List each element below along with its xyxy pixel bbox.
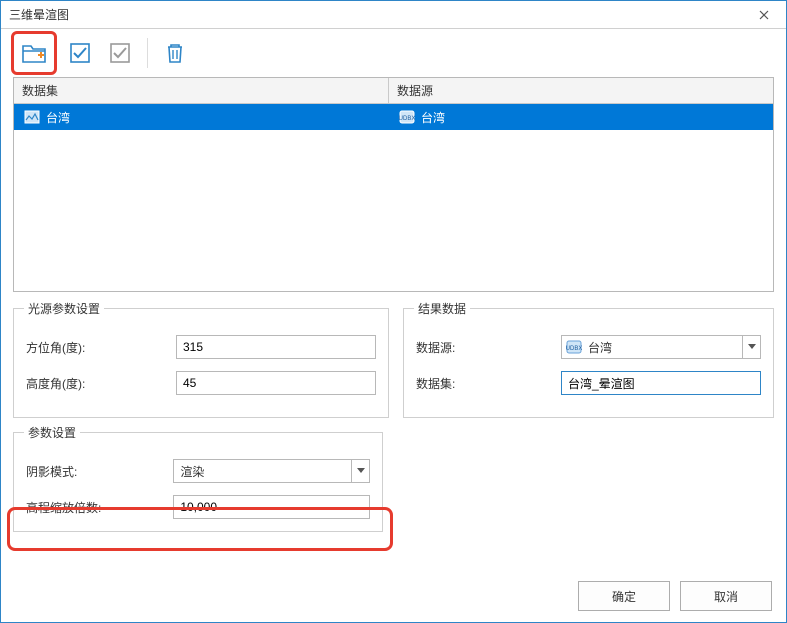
datasource-icon: UDBX (399, 110, 415, 124)
result-datasource-combo[interactable]: UDBX 台湾 (561, 335, 761, 359)
cell-datasource-text: 台湾 (421, 109, 445, 126)
shadow-mode-label: 阴影模式: (26, 463, 173, 480)
ok-button[interactable]: 确定 (578, 581, 670, 611)
dialog-window: 三维晕渲图 (0, 0, 787, 623)
col-datasource-header[interactable]: 数据源 (389, 78, 773, 103)
footer: 确定 取消 (1, 570, 786, 622)
altitude-input[interactable] (176, 371, 376, 395)
check-gray-icon (108, 41, 132, 65)
azimuth-label: 方位角(度): (26, 339, 176, 356)
uncheck-all-button[interactable] (103, 36, 137, 70)
table-body: 台湾 UDBX 台湾 (14, 104, 773, 291)
shadow-mode-drop[interactable] (351, 460, 369, 482)
close-icon (759, 10, 769, 20)
shadow-mode-combo[interactable]: 渲染 (173, 459, 370, 483)
zfactor-input[interactable] (173, 495, 370, 519)
result-datasource-value: 台湾 (582, 339, 742, 356)
svg-text:UDBX: UDBX (566, 346, 582, 352)
body-area: 数据集 数据源 台湾 UDBX (1, 77, 786, 570)
cell-dataset: 台湾 (14, 109, 389, 126)
table-row[interactable]: 台湾 UDBX 台湾 (14, 104, 773, 130)
chevron-down-icon (748, 344, 756, 350)
cell-datasource: UDBX 台湾 (389, 109, 773, 126)
zfactor-label: 高程缩放倍数: (26, 499, 173, 516)
toolbar (1, 29, 786, 77)
shadow-mode-value: 渲染 (174, 463, 351, 480)
col-dataset-header[interactable]: 数据集 (14, 78, 389, 103)
add-dataset-button[interactable] (17, 36, 51, 70)
groups-row: 光源参数设置 方位角(度): 高度角(度): 结果数据 数据源: (13, 308, 774, 418)
toolbar-separator (147, 38, 148, 68)
group-param-legend: 参数设置 (24, 424, 80, 441)
result-dataset-label: 数据集: (416, 375, 561, 392)
group-result-legend: 结果数据 (414, 300, 470, 317)
titlebar: 三维晕渲图 (1, 1, 786, 29)
window-title: 三维晕渲图 (9, 6, 69, 23)
cancel-button[interactable]: 取消 (680, 581, 772, 611)
group-param: 参数设置 阴影模式: 渲染 高程缩放倍数: (13, 432, 383, 532)
add-folder-icon (21, 42, 47, 64)
svg-text:UDBX: UDBX (399, 116, 415, 122)
dataset-table: 数据集 数据源 台湾 UDBX (13, 77, 774, 292)
altitude-label: 高度角(度): (26, 375, 176, 392)
close-button[interactable] (750, 5, 778, 25)
datasource-small-icon: UDBX (566, 340, 582, 354)
table-header: 数据集 数据源 (14, 78, 773, 104)
trash-icon (164, 41, 186, 65)
highlight-add-button (11, 31, 57, 75)
dataset-icon (24, 110, 40, 124)
cell-dataset-text: 台湾 (46, 109, 70, 126)
azimuth-input[interactable] (176, 335, 376, 359)
group-result: 结果数据 数据源: UDBX 台湾 (403, 308, 774, 418)
check-all-button[interactable] (63, 36, 97, 70)
group-light-legend: 光源参数设置 (24, 300, 104, 317)
group-light: 光源参数设置 方位角(度): 高度角(度): (13, 308, 389, 418)
result-datasource-label: 数据源: (416, 339, 561, 356)
result-dataset-input[interactable] (561, 371, 761, 395)
delete-button[interactable] (158, 36, 192, 70)
chevron-down-icon (357, 468, 365, 474)
check-blue-icon (68, 41, 92, 65)
result-datasource-drop[interactable] (742, 336, 760, 358)
